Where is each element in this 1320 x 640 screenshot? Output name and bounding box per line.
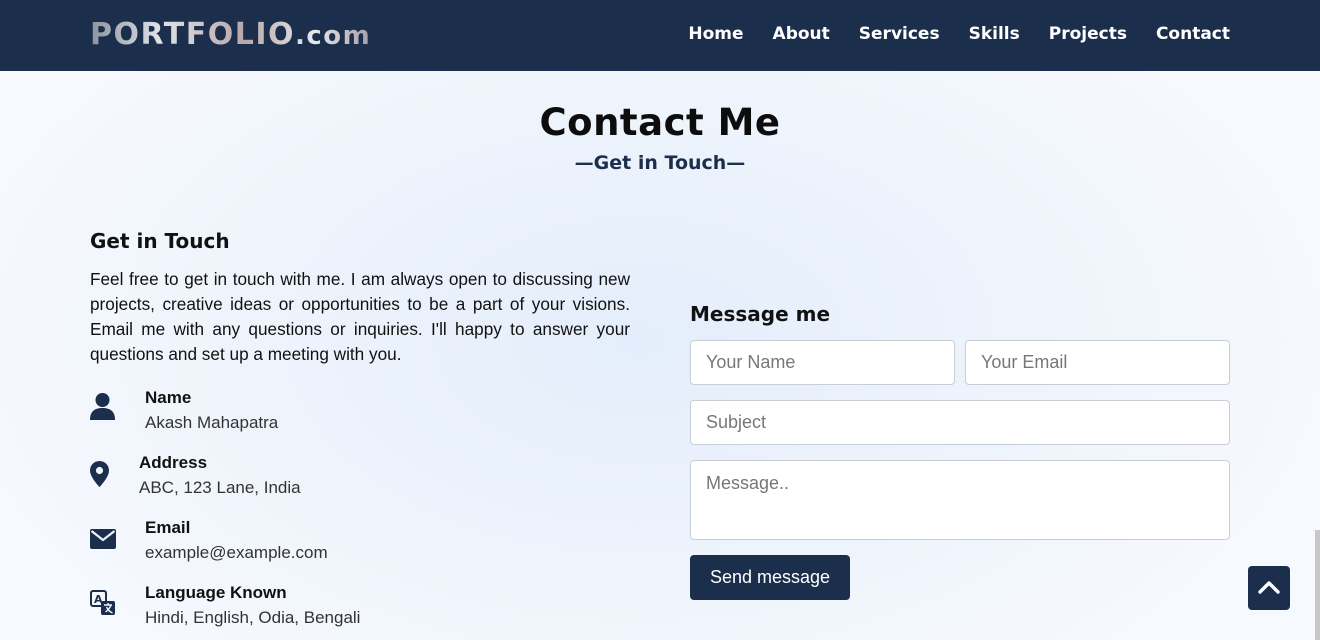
info-item-address: Address ABC, 123 Lane, India [90,453,490,503]
map-marker-icon [90,461,109,491]
info-item-name: Name Akash Mahapatra [90,388,490,438]
navbar: PORTFOLIO.com Home About Services Skills… [0,0,1320,71]
info-label: Email [145,518,191,537]
page-subtitle: —Get in Touch— [574,152,746,174]
info-label: Name [145,388,192,407]
send-message-button[interactable]: Send message [690,555,850,600]
contact-info-column: Get in Touch Feel free to get in touch w… [90,229,630,367]
name-input[interactable] [690,340,955,385]
nav-menu: Home About Services Skills Projects Cont… [688,24,1230,44]
info-paragraph: Feel free to get in touch with me. I am … [90,269,630,364]
nav-link-home[interactable]: Home [688,24,743,44]
nav-link-services[interactable]: Services [859,24,940,44]
nav-link-about[interactable]: About [773,24,830,44]
chevron-up-icon [1258,579,1280,598]
nav-link-contact[interactable]: Contact [1156,24,1230,44]
scroll-to-top-button[interactable] [1248,566,1290,610]
info-value: Hindi, English, Odia, Bengali [145,608,361,627]
message-textarea[interactable] [690,460,1230,540]
user-icon [90,393,115,424]
info-item-language: A Language Known Hindi, English, Odia, B… [90,583,490,633]
info-value: example@example.com [145,543,328,562]
nav-link-projects[interactable]: Projects [1049,24,1127,44]
language-icon: A [90,590,116,620]
page-scrollbar[interactable] [1315,530,1320,640]
nav-link-skills[interactable]: Skills [969,24,1020,44]
info-value: ABC, 123 Lane, India [139,478,301,497]
info-heading: Get in Touch [90,229,230,253]
form-heading: Message me [690,302,831,326]
email-input[interactable] [965,340,1230,385]
info-item-email: Email example@example.com [90,518,490,568]
logo-text: PORTFOLIO [90,17,295,52]
site-logo[interactable]: PORTFOLIO.com [90,17,371,52]
info-value: Akash Mahapatra [145,413,279,432]
logo-suffix: .com [294,21,372,51]
page-title: Contact Me [539,101,781,144]
info-label: Language Known [145,583,287,602]
subject-input[interactable] [690,400,1230,445]
envelope-icon [90,529,116,553]
info-label: Address [139,453,208,472]
message-form-heading-wrap: Message me [690,302,1230,326]
